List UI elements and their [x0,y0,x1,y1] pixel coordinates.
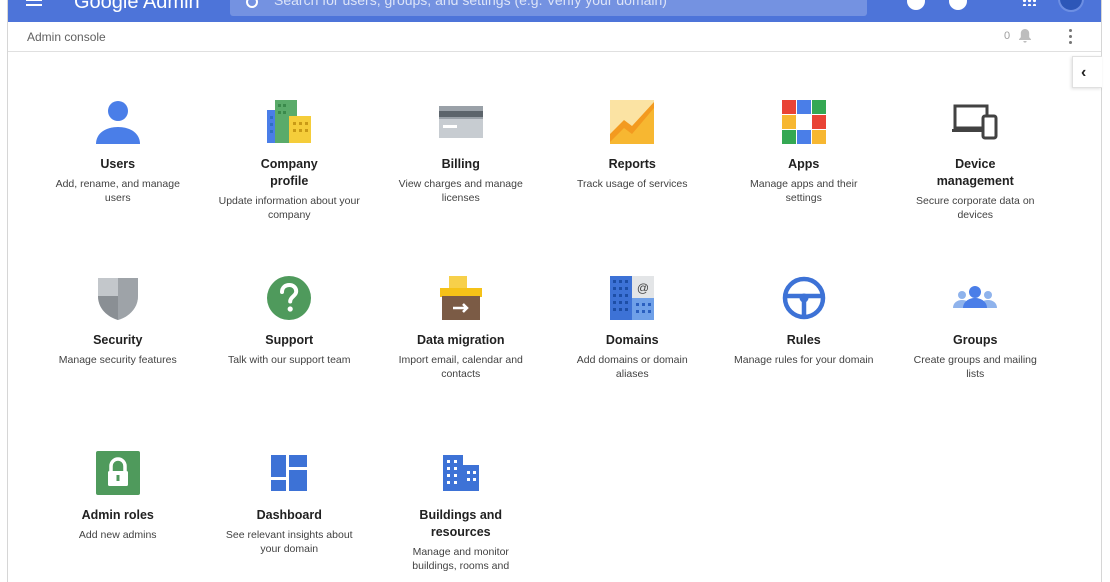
admin-tile-grid: Users Add, rename, and manage users Comp… [32,80,1062,582]
tile-description: View charges and manage licenses [398,178,523,204]
tile-title: Security [93,332,143,347]
tile-security[interactable]: Security Manage security features [32,256,204,432]
tile-title: Billing [441,157,480,171]
tile-description: Add new admins [78,529,157,541]
top-app-bar: Google Admin Search for users, groups, a… [8,0,1102,22]
help-question-icon [265,274,313,322]
tile-domains[interactable]: @ Domains Add domains or domain aliases [547,256,719,432]
tile-description: Import email, calendar and contacts [398,353,523,380]
reports-chart-icon [608,98,656,146]
tile-support[interactable]: Support Talk with our support team [204,256,376,432]
toolbar-help-circle-icon[interactable] [907,0,925,10]
apps-grid-icon [780,98,828,146]
tile-dashboard[interactable]: Dashboard See relevant insights about yo… [204,431,376,582]
buildings-icon [437,449,485,497]
tile-groups[interactable]: Groups Create groups and mailing lists [890,256,1062,432]
tile-users[interactable]: Users Add, rename, and manage users [32,80,204,256]
tile-title: Users [100,157,136,171]
tile-title: Device management [936,157,1014,188]
tile-description: Add, rename, and manage users [55,178,180,204]
svg-text:@: @ [637,281,649,295]
migration-box-icon [437,274,485,322]
notification-count: 0 [1004,30,1011,42]
apps-launcher-icon[interactable] [1022,0,1036,6]
user-icon [94,98,142,146]
tile-description: Manage and monitor buildings, rooms and [412,546,510,572]
brand-title[interactable]: Google Admin [74,0,200,14]
tile-title: Rules [786,332,821,347]
steering-wheel-icon [780,274,828,322]
company-building-icon [265,98,313,146]
window-right-border [1101,0,1110,582]
tile-title: Support [265,332,314,347]
search-bar[interactable]: Search for users, groups, and settings (… [230,0,867,16]
tile-buildings-and-resources[interactable]: Buildings and resources Manage and monit… [375,431,547,582]
tile-title: Reports [608,157,656,171]
tile-company-profile[interactable]: Company profile Update information about… [204,80,376,256]
tile-description: Track usage of services [577,178,688,190]
groups-people-icon [951,274,999,322]
collapse-panel-button[interactable]: ‹ [1072,56,1102,88]
tile-title: Dashboard [256,508,322,522]
tile-description: Manage apps and their settings [750,178,858,204]
devices-icon [951,98,999,146]
lock-icon [94,449,142,497]
admin-console-header: Admin console 0 [8,22,1102,52]
tile-apps[interactable]: Apps Manage apps and their settings [718,80,890,256]
tile-description: Manage security features [58,353,177,366]
bell-icon[interactable] [1018,28,1032,44]
tile-description: Add domains or domain aliases [576,353,688,380]
domains-building-icon: @ [608,274,656,322]
dashboard-tiles-icon [265,449,313,497]
tile-billing[interactable]: Billing View charges and manage licenses [375,80,547,256]
tile-title: Admin roles [81,508,154,522]
tile-data-migration[interactable]: Data migration Import email, calendar an… [375,256,547,432]
tile-description: Update information about your company [218,195,360,221]
tile-title: Groups [953,332,998,347]
tile-admin-roles[interactable]: Admin roles Add new admins [32,431,204,582]
account-avatar[interactable] [1058,0,1084,12]
page-title: Admin console [27,30,106,44]
toolbar-question-icon[interactable] [949,0,967,10]
main-menu-icon[interactable] [26,0,42,6]
window-left-border [0,0,8,582]
tile-title: Company profile [260,157,318,188]
tile-description: Manage rules for your domain [734,353,874,366]
tile-title: Apps [788,157,820,171]
search-input[interactable]: Search for users, groups, and settings (… [274,0,667,8]
shield-icon [94,274,142,322]
more-options-icon[interactable] [1064,29,1076,45]
tile-description: Secure corporate data on devices [916,195,1035,221]
tile-device-management[interactable]: Device management Secure corporate data … [890,80,1062,256]
tile-description: Talk with our support team [227,353,351,366]
search-icon[interactable] [246,0,258,8]
chevron-left-icon: ‹ [1081,64,1087,81]
credit-card-icon [437,98,485,146]
tile-description: See relevant insights about your domain [225,529,353,555]
tile-title: Data migration [416,332,505,347]
tile-title: Domains [605,332,659,347]
tile-reports[interactable]: Reports Track usage of services [547,80,719,256]
tile-rules[interactable]: Rules Manage rules for your domain [718,256,890,432]
tile-description: Create groups and mailing lists [913,353,1037,380]
tile-title: Buildings and resources [419,508,503,539]
